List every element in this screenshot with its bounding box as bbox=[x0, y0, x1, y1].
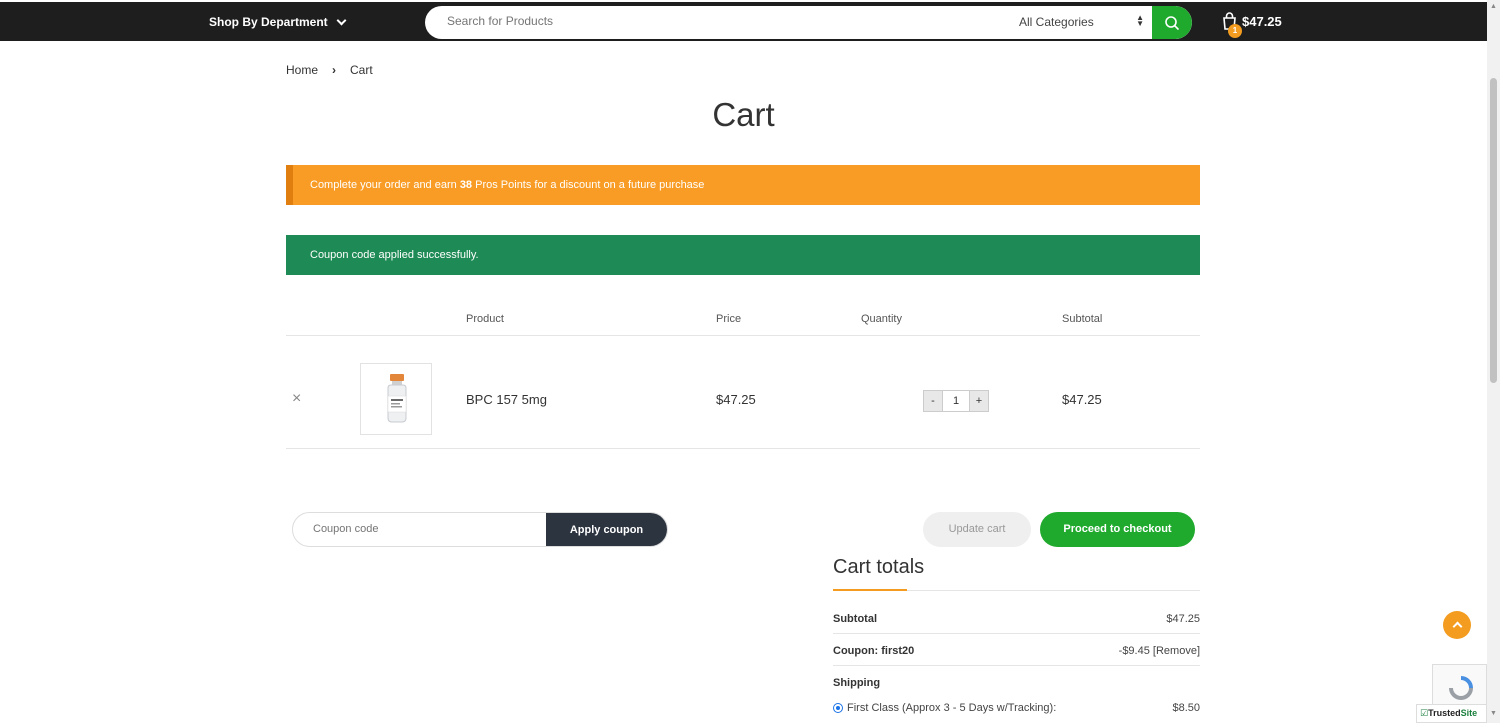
title-accent-line bbox=[833, 589, 907, 591]
breadcrumb-home[interactable]: Home bbox=[286, 63, 318, 77]
header-subtotal: Subtotal bbox=[1062, 313, 1103, 325]
select-arrows-icon: ▲ ▼ bbox=[1136, 13, 1144, 28]
remove-item-icon[interactable]: × bbox=[292, 390, 301, 408]
update-cart-button[interactable]: Update cart bbox=[923, 512, 1031, 547]
search-button[interactable] bbox=[1152, 6, 1192, 39]
quantity-plus-button[interactable]: + bbox=[970, 391, 988, 411]
header-price: Price bbox=[716, 313, 742, 325]
points-text-post: Pros Points for a discount on a future p… bbox=[472, 179, 705, 191]
page-scrollbar[interactable]: ▲ ▼ bbox=[1487, 0, 1500, 723]
recaptcha-icon bbox=[1449, 676, 1473, 700]
cart-total: $47.25 bbox=[1242, 13, 1282, 29]
search-bar: All Categories ▲▼ bbox=[425, 6, 1192, 39]
subtotal-value: $47.25 bbox=[1166, 613, 1200, 625]
totals-shipping-row: Shipping bbox=[833, 666, 1200, 698]
top-header: Shop By Department All Categories ▲▼ 1 $… bbox=[0, 0, 1487, 41]
search-input[interactable] bbox=[447, 14, 947, 28]
apply-coupon-button[interactable]: Apply coupon bbox=[546, 513, 667, 546]
totals-subtotal-row: Subtotal $47.25 bbox=[833, 602, 1200, 634]
coupon-discount: -$9.45 [Remove] bbox=[1119, 645, 1200, 657]
quantity-input[interactable]: 1 bbox=[942, 391, 970, 411]
trustedsite-badge[interactable]: ☑TrustedSite bbox=[1416, 704, 1487, 723]
breadcrumb-current: Cart bbox=[350, 63, 373, 77]
row-subtotal: $47.25 bbox=[1062, 392, 1102, 407]
coupon-code-input[interactable] bbox=[313, 523, 513, 535]
recaptcha-badge[interactable] bbox=[1432, 664, 1487, 709]
coupon-label: Coupon: first20 bbox=[833, 645, 915, 657]
mini-cart[interactable]: 1 $47.25 bbox=[1222, 12, 1282, 38]
chevron-down-icon bbox=[336, 15, 347, 25]
search-icon bbox=[1165, 16, 1179, 30]
cart-count-badge: 1 bbox=[1228, 24, 1242, 38]
department-label: Shop By Department bbox=[209, 15, 328, 29]
shipping-option-label: First Class (Approx 3 - 5 Days w/Trackin… bbox=[847, 702, 1057, 714]
shipping-option-price: $8.50 bbox=[1172, 702, 1200, 714]
vial-image bbox=[387, 374, 407, 423]
points-text-pre: Complete your order and earn bbox=[310, 179, 460, 191]
scroll-down-icon[interactable]: ▼ bbox=[1490, 710, 1497, 717]
coupon-success-notice: Coupon code applied successfully. bbox=[286, 235, 1200, 275]
product-name[interactable]: BPC 157 5mg bbox=[466, 392, 547, 407]
shopping-bag-icon: 1 bbox=[1222, 12, 1242, 38]
shipping-radio[interactable] bbox=[833, 703, 843, 713]
category-select[interactable]: All Categories ▲ ▼ bbox=[1019, 13, 1144, 30]
quantity-stepper: - 1 + bbox=[923, 390, 989, 412]
trusted-text: Trusted bbox=[1428, 708, 1461, 718]
site-text: Site bbox=[1460, 708, 1478, 718]
product-price: $47.25 bbox=[716, 392, 756, 407]
proceed-to-checkout-button[interactable]: Proceed to checkout bbox=[1040, 512, 1195, 547]
chevron-right-icon: › bbox=[332, 63, 337, 77]
subtotal-label: Subtotal bbox=[833, 613, 877, 625]
scroll-up-icon[interactable]: ▲ bbox=[1490, 3, 1497, 10]
header-product: Product bbox=[466, 313, 504, 325]
remove-coupon-link[interactable]: [Remove] bbox=[1153, 645, 1200, 657]
checkmark-icon: ☑ bbox=[1420, 708, 1429, 718]
quantity-minus-button[interactable]: - bbox=[924, 391, 942, 411]
shipping-label: Shipping bbox=[833, 677, 881, 689]
points-notice: Complete your order and earn 38 Pros Poi… bbox=[286, 165, 1200, 205]
product-thumbnail[interactable] bbox=[360, 363, 432, 435]
shop-by-department-menu[interactable]: Shop By Department bbox=[209, 15, 347, 29]
cart-table-header: Product Price Quantity Subtotal bbox=[286, 312, 1200, 336]
breadcrumb: Home › Cart bbox=[286, 63, 373, 77]
scroll-to-top-button[interactable] bbox=[1443, 611, 1471, 639]
points-value: 38 bbox=[459, 179, 473, 191]
table-row: × BPC 157 5mg $47.25 - 1 + $47.25 bbox=[286, 336, 1200, 449]
category-value: All Categories bbox=[1019, 15, 1094, 29]
coupon-value: -$9.45 bbox=[1118, 645, 1150, 657]
page-title: Cart bbox=[712, 96, 775, 133]
totals-coupon-row: Coupon: first20 -$9.45 [Remove] bbox=[833, 634, 1200, 666]
coupon-form: Apply coupon bbox=[292, 512, 668, 547]
cart-totals-title: Cart totals bbox=[833, 556, 925, 578]
header-quantity: Quantity bbox=[861, 313, 902, 325]
scrollbar-thumb[interactable] bbox=[1490, 78, 1497, 383]
